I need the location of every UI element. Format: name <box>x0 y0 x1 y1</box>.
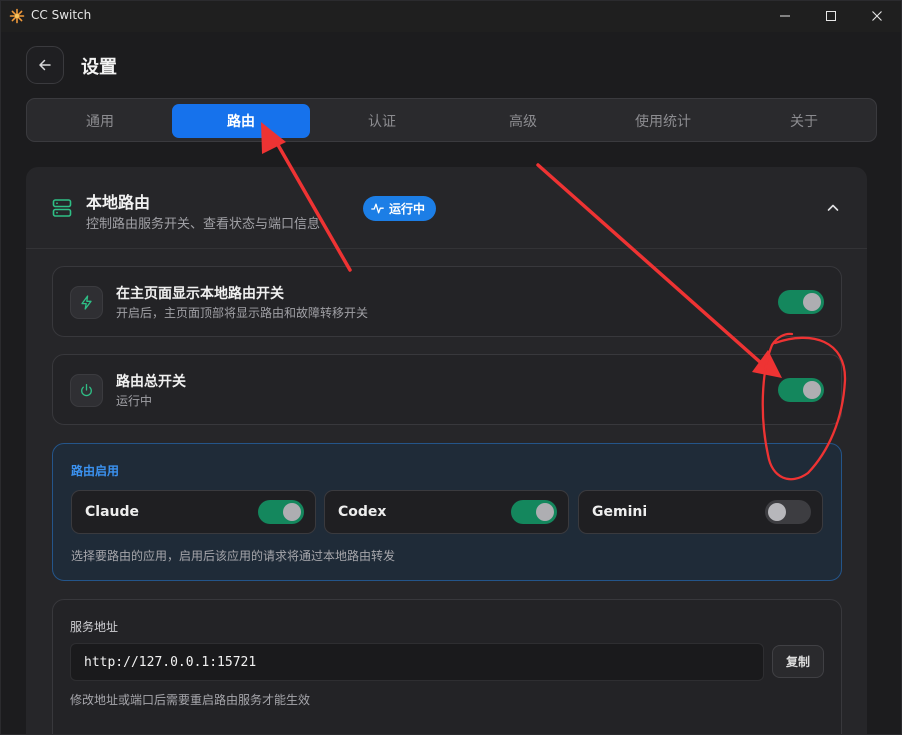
service-address-title: 服务地址 <box>70 620 119 634</box>
routing-enable-panel: 路由启用 Claude Codex Gemini 选择要路由的应用，启用后该应用… <box>52 443 842 581</box>
power-icon <box>70 374 103 407</box>
app-chip-claude: Claude <box>71 490 316 534</box>
minimize-icon <box>780 15 790 17</box>
show-routing-toggle-row: 在主页面显示本地路由开关 开启后，主页面顶部将显示路由和故障转移开关 <box>52 266 842 337</box>
status-badge: 运行中 <box>363 196 437 221</box>
local-routing-card: 本地路由 控制路由服务开关、查看状态与端口信息 运行中 在主页面显示本地路由开关… <box>26 167 867 735</box>
tab-about[interactable]: 关于 <box>735 104 873 138</box>
gemini-routing-toggle[interactable] <box>765 500 811 524</box>
section-header[interactable]: 本地路由 控制路由服务开关、查看状态与端口信息 运行中 <box>26 167 867 249</box>
tab-advanced[interactable]: 高级 <box>454 104 592 138</box>
routing-help-text: 选择要路由的应用，启用后该应用的请求将通过本地路由转发 <box>71 549 396 563</box>
lightning-icon <box>70 286 103 319</box>
app-name: Claude <box>85 504 140 520</box>
status-badge-label: 运行中 <box>389 202 426 216</box>
close-icon <box>872 11 882 21</box>
claude-routing-toggle[interactable] <box>258 500 304 524</box>
copy-button[interactable]: 复制 <box>772 645 824 678</box>
routing-master-switch-row: 路由总开关 运行中 <box>52 354 842 425</box>
app-logo-icon <box>9 8 25 24</box>
service-address-input[interactable] <box>70 643 764 681</box>
tab-usage-stats[interactable]: 使用统计 <box>594 104 732 138</box>
service-address-panel: 服务地址 复制 修改地址或端口后需要重启路由服务才能生效 <box>52 599 842 735</box>
show-routing-toggle[interactable] <box>778 290 824 314</box>
activity-icon <box>371 203 384 214</box>
tab-general[interactable]: 通用 <box>31 104 169 138</box>
back-button[interactable] <box>26 46 64 84</box>
tab-routing[interactable]: 路由 <box>172 104 310 138</box>
close-button[interactable] <box>854 0 900 32</box>
setting-subtitle: 运行中 <box>116 394 153 408</box>
codex-routing-toggle[interactable] <box>511 500 557 524</box>
server-icon <box>52 199 72 217</box>
minimize-button[interactable] <box>762 0 808 32</box>
tab-auth[interactable]: 认证 <box>313 104 451 138</box>
app-chip-gemini: Gemini <box>578 490 823 534</box>
app-chip-codex: Codex <box>324 490 569 534</box>
chevron-up-icon[interactable] <box>827 203 839 213</box>
title-bar: CC Switch <box>0 0 902 32</box>
app-name: Codex <box>338 504 387 520</box>
settings-tabs: 通用 路由 认证 高级 使用统计 关于 <box>26 98 877 142</box>
window-title: CC Switch <box>31 8 92 22</box>
arrow-left-icon <box>39 59 51 71</box>
app-name: Gemini <box>592 504 648 520</box>
setting-title: 路由总开关 <box>116 374 186 390</box>
routing-enable-title: 路由启用 <box>71 464 120 478</box>
page-title: 设置 <box>81 57 117 78</box>
maximize-button[interactable] <box>808 0 854 32</box>
setting-subtitle: 开启后，主页面顶部将显示路由和故障转移开关 <box>116 306 369 320</box>
section-title: 本地路由 <box>86 193 151 212</box>
setting-title: 在主页面显示本地路由开关 <box>116 286 284 302</box>
service-help-text: 修改地址或端口后需要重启路由服务才能生效 <box>70 693 311 707</box>
section-subtitle: 控制路由服务开关、查看状态与端口信息 <box>86 217 321 232</box>
maximize-icon <box>826 11 836 21</box>
routing-master-toggle[interactable] <box>778 378 824 402</box>
